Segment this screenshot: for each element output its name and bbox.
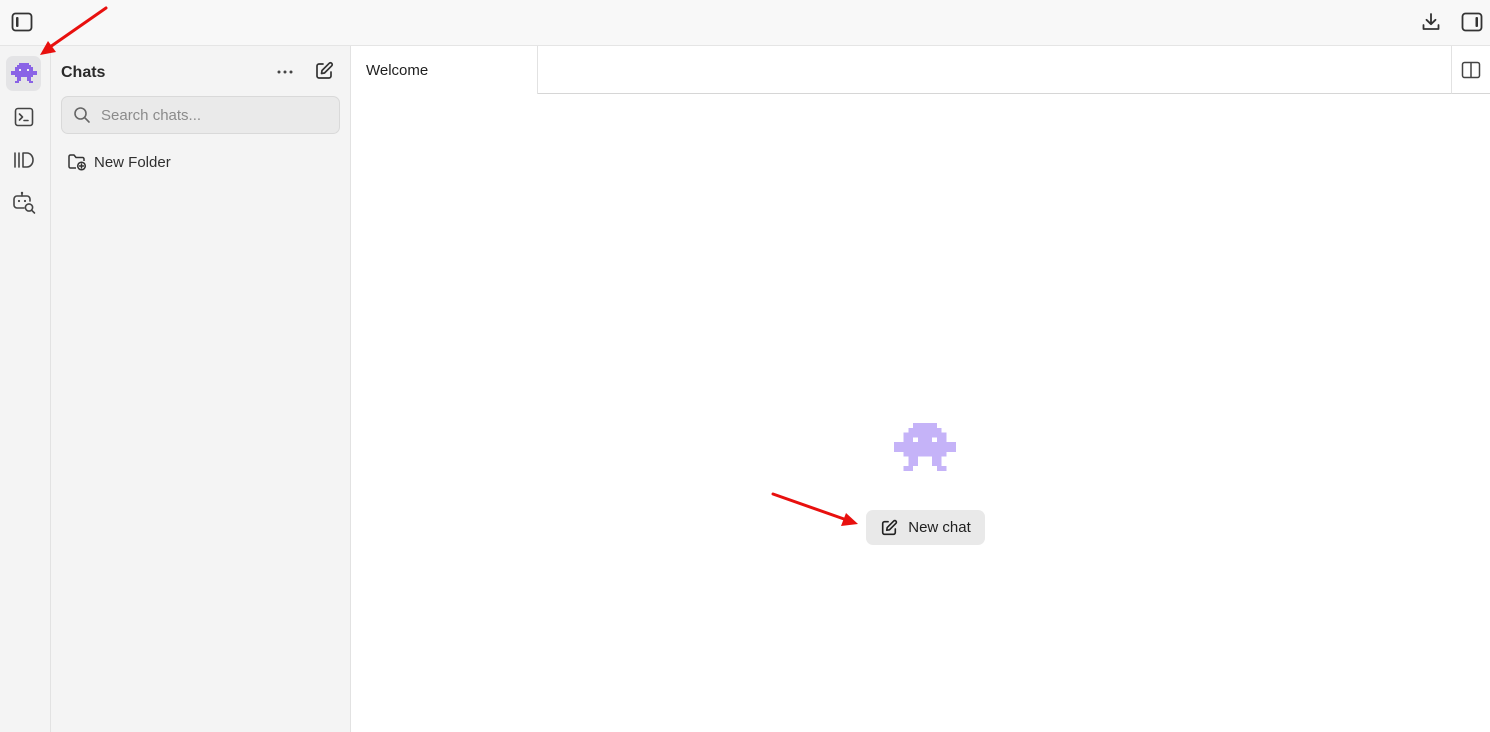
bot-search-icon xyxy=(12,191,35,214)
tab-welcome[interactable]: Welcome xyxy=(351,46,538,94)
new-chat-button[interactable]: New chat xyxy=(866,510,985,545)
folder-item-new-folder[interactable]: New Folder xyxy=(67,150,171,174)
new-chat-label: New chat xyxy=(908,519,971,536)
rail-item-bot-search[interactable] xyxy=(6,185,41,220)
more-options-button[interactable] xyxy=(272,59,298,85)
split-view-button[interactable] xyxy=(1451,46,1490,94)
search-input[interactable] xyxy=(101,97,331,133)
download-icon xyxy=(1422,13,1440,30)
panel-right-icon xyxy=(1461,12,1483,32)
folder-label: New Folder xyxy=(94,153,171,171)
download-button[interactable] xyxy=(1417,8,1445,36)
search-icon xyxy=(74,107,90,123)
rail-item-terminal[interactable] xyxy=(6,99,41,134)
annotation-arrow-new-chat xyxy=(771,492,858,526)
title-bar xyxy=(0,0,1490,46)
library-icon xyxy=(13,151,34,168)
edit-icon xyxy=(316,61,334,79)
rail-item-library[interactable] xyxy=(6,142,41,177)
activity-rail xyxy=(0,46,51,732)
space-invader-icon xyxy=(10,62,37,83)
edit-icon xyxy=(882,519,898,535)
toggle-right-sidebar-button[interactable] xyxy=(1458,8,1486,36)
columns-icon xyxy=(1461,61,1481,78)
more-horizontal-icon xyxy=(277,70,293,74)
space-invader-logo-icon xyxy=(894,423,956,471)
search-box xyxy=(61,96,340,134)
tab-strip xyxy=(538,46,1451,94)
tab-label: Welcome xyxy=(366,61,429,79)
sidebar-title: Chats xyxy=(61,64,106,81)
chats-sidebar: Chats New Folder xyxy=(51,46,351,732)
folder-plus-icon xyxy=(68,154,87,171)
panel-left-icon xyxy=(11,12,33,32)
toggle-left-sidebar-button[interactable] xyxy=(8,8,36,36)
rail-item-chats[interactable] xyxy=(6,56,41,91)
new-chat-icon-button[interactable] xyxy=(311,58,337,84)
terminal-icon xyxy=(14,107,33,126)
